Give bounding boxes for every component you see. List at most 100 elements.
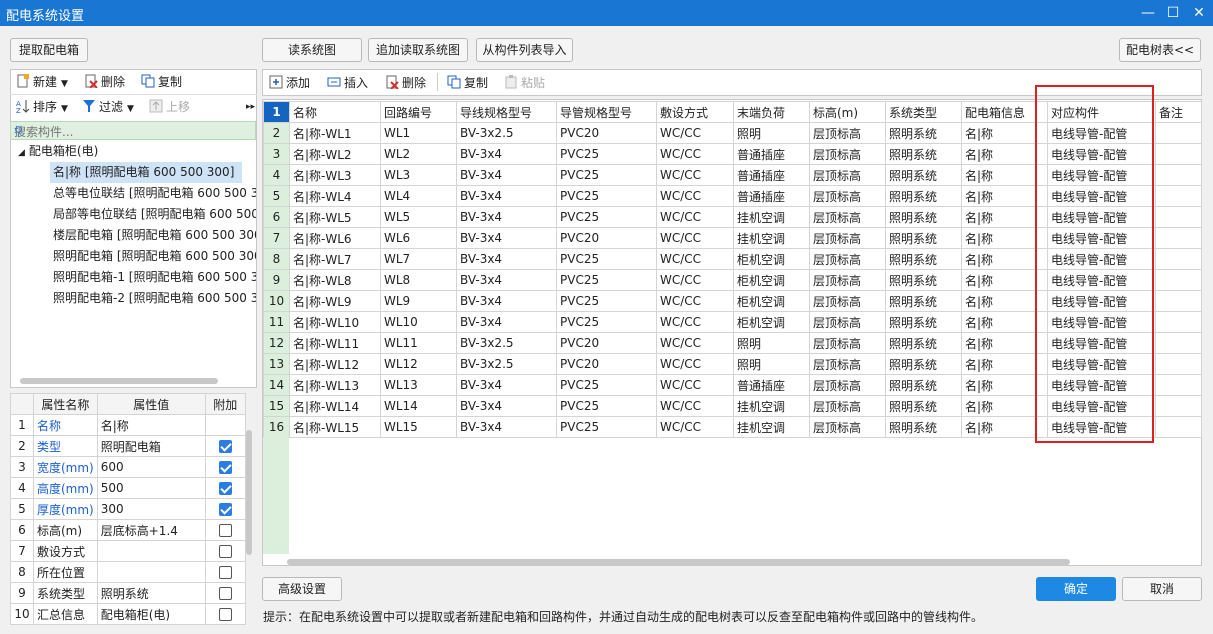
table-row[interactable]: 16 名|称-WL15 WL15 BV-3x4 PVC25 WC/CC 挂机空调 层顶标高 照明…: [263, 416, 1202, 438]
table-cell[interactable]: 名|称-WL10: [289, 311, 381, 333]
property-row[interactable]: 7 敷设方式: [10, 540, 246, 562]
table-cell[interactable]: BV-3x4: [456, 206, 557, 228]
table-cell[interactable]: [1155, 269, 1202, 291]
table-cell[interactable]: BV-3x4: [456, 248, 557, 270]
column-header[interactable]: 标高(m): [809, 101, 886, 123]
table-cell[interactable]: 名|称: [961, 416, 1048, 438]
extra-checkbox[interactable]: [218, 440, 232, 453]
extra-checkbox[interactable]: [218, 608, 232, 621]
row-number[interactable]: 1: [263, 101, 290, 123]
read-system-diagram-button[interactable]: 读系统图: [262, 38, 362, 62]
table-cell[interactable]: 照明系统: [885, 416, 962, 438]
sort-button[interactable]: A Z 排序 ▼: [16, 98, 68, 116]
table-row[interactable]: 14 名|称-WL13 WL13 BV-3x4 PVC25 WC/CC 普通插座 层顶标高 照明…: [263, 374, 1202, 396]
delete-row-button[interactable]: 删除: [385, 74, 426, 92]
tree-item[interactable]: 名|称 [照明配电箱 600 500 300]: [50, 162, 242, 183]
property-value[interactable]: 配电箱柜(电): [96, 603, 206, 625]
table-cell[interactable]: 挂机空调: [733, 206, 810, 228]
row-number[interactable]: 15: [263, 395, 290, 417]
table-cell[interactable]: PVC25: [556, 143, 657, 165]
property-row[interactable]: 4 高度(mm) 500: [10, 477, 246, 499]
collapse-icon[interactable]: ◢: [18, 148, 25, 158]
table-cell[interactable]: 名|称: [961, 143, 1048, 165]
table-row[interactable]: 4 名|称-WL3 WL3 BV-3x4 PVC25 WC/CC 普通插座 层顶标高 照明系统名…: [263, 164, 1202, 186]
row-number[interactable]: 16: [263, 416, 290, 438]
table-cell[interactable]: 照明系统: [885, 206, 962, 228]
table-cell[interactable]: 电线导管-配管: [1047, 374, 1156, 396]
copy-button[interactable]: 复制: [141, 73, 182, 91]
table-cell[interactable]: 名|称: [961, 122, 1048, 144]
table-cell[interactable]: WC/CC: [656, 143, 734, 165]
table-row[interactable]: 12 名|称-WL11 WL11 BV-3x2.5 PVC20 WC/CC 照明 层顶标高 照明…: [263, 332, 1202, 354]
table-cell[interactable]: 名|称-WL6: [289, 227, 381, 249]
table-cell[interactable]: 电线导管-配管: [1047, 206, 1156, 228]
table-cell[interactable]: PVC25: [556, 206, 657, 228]
extract-distribution-box-button[interactable]: 提取配电箱: [10, 38, 88, 62]
table-row[interactable]: 5 名|称-WL4 WL4 BV-3x4 PVC25 WC/CC 普通插座 层顶标高 照明系统名…: [263, 185, 1202, 207]
row-number[interactable]: 3: [263, 143, 290, 165]
delete-button[interactable]: 删除: [84, 73, 125, 91]
row-number[interactable]: 2: [263, 122, 290, 144]
table-cell[interactable]: 层顶标高: [809, 311, 886, 333]
table-cell[interactable]: [1155, 122, 1202, 144]
table-cell[interactable]: [1155, 248, 1202, 270]
close-icon[interactable]: ✕: [1188, 3, 1210, 23]
table-cell[interactable]: 照明系统: [885, 164, 962, 186]
table-cell[interactable]: [1155, 332, 1202, 354]
table-cell[interactable]: WC/CC: [656, 416, 734, 438]
table-cell[interactable]: 柜机空调: [733, 269, 810, 291]
table-cell[interactable]: PVC20: [556, 332, 657, 354]
table-cell[interactable]: BV-3x4: [456, 416, 557, 438]
table-cell[interactable]: [1155, 311, 1202, 333]
table-row[interactable]: 9 名|称-WL8 WL8 BV-3x4 PVC25 WC/CC 柜机空调 层顶标高 照明系统名…: [263, 269, 1202, 291]
table-cell[interactable]: 柜机空调: [733, 311, 810, 333]
table-cell[interactable]: 电线导管-配管: [1047, 185, 1156, 207]
table-cell[interactable]: 电线导管-配管: [1047, 122, 1156, 144]
table-cell[interactable]: WC/CC: [656, 374, 734, 396]
table-cell[interactable]: BV-3x2.5: [456, 332, 557, 354]
table-cell[interactable]: 照明系统: [885, 395, 962, 417]
extra-checkbox[interactable]: [218, 566, 232, 579]
new-button[interactable]: 新建 ▼: [16, 73, 68, 91]
table-cell[interactable]: WC/CC: [656, 290, 734, 312]
table-cell[interactable]: 照明系统: [885, 248, 962, 270]
table-row[interactable]: 10 名|称-WL9 WL9 BV-3x4 PVC25 WC/CC 柜机空调 层顶标高 照明系统…: [263, 290, 1202, 312]
table-cell[interactable]: 名|称: [961, 374, 1048, 396]
property-value[interactable]: 照明配电箱: [96, 435, 206, 457]
column-header[interactable]: 备注: [1155, 101, 1202, 123]
table-cell[interactable]: 名|称: [961, 395, 1048, 417]
table-cell[interactable]: WL1: [380, 122, 457, 144]
table-cell[interactable]: 层顶标高: [809, 164, 886, 186]
table-cell[interactable]: WL6: [380, 227, 457, 249]
extra-checkbox[interactable]: [218, 503, 232, 516]
table-cell[interactable]: 照明系统: [885, 353, 962, 375]
table-cell[interactable]: 名|称-WL3: [289, 164, 381, 186]
table-cell[interactable]: BV-3x4: [456, 311, 557, 333]
table-cell[interactable]: PVC25: [556, 416, 657, 438]
row-number[interactable]: 8: [263, 248, 290, 270]
table-cell[interactable]: 名|称-WL5: [289, 206, 381, 228]
column-header[interactable]: 末端负荷: [733, 101, 810, 123]
extra-checkbox[interactable]: [218, 482, 232, 495]
table-cell[interactable]: BV-3x4: [456, 374, 557, 396]
table-cell[interactable]: [1155, 416, 1202, 438]
table-cell[interactable]: 电线导管-配管: [1047, 290, 1156, 312]
table-cell[interactable]: 柜机空调: [733, 290, 810, 312]
property-row[interactable]: 5 厚度(mm) 300: [10, 498, 246, 520]
property-value[interactable]: [96, 540, 206, 562]
table-cell[interactable]: 名|称-WL1: [289, 122, 381, 144]
column-header[interactable]: 对应构件: [1047, 101, 1156, 123]
table-cell[interactable]: 照明系统: [885, 290, 962, 312]
table-cell[interactable]: WC/CC: [656, 353, 734, 375]
table-row[interactable]: 7 名|称-WL6 WL6 BV-3x4 PVC20 WC/CC 挂机空调 层顶标高 照明系统名…: [263, 227, 1202, 249]
table-cell[interactable]: WL2: [380, 143, 457, 165]
table-cell[interactable]: WC/CC: [656, 227, 734, 249]
table-cell[interactable]: [1155, 353, 1202, 375]
table-cell[interactable]: 照明系统: [885, 122, 962, 144]
table-cell[interactable]: BV-3x4: [456, 185, 557, 207]
table-cell[interactable]: WC/CC: [656, 311, 734, 333]
table-cell[interactable]: 电线导管-配管: [1047, 227, 1156, 249]
table-cell[interactable]: 普通插座: [733, 164, 810, 186]
table-cell[interactable]: 名|称-WL12: [289, 353, 381, 375]
table-cell[interactable]: WL7: [380, 248, 457, 270]
